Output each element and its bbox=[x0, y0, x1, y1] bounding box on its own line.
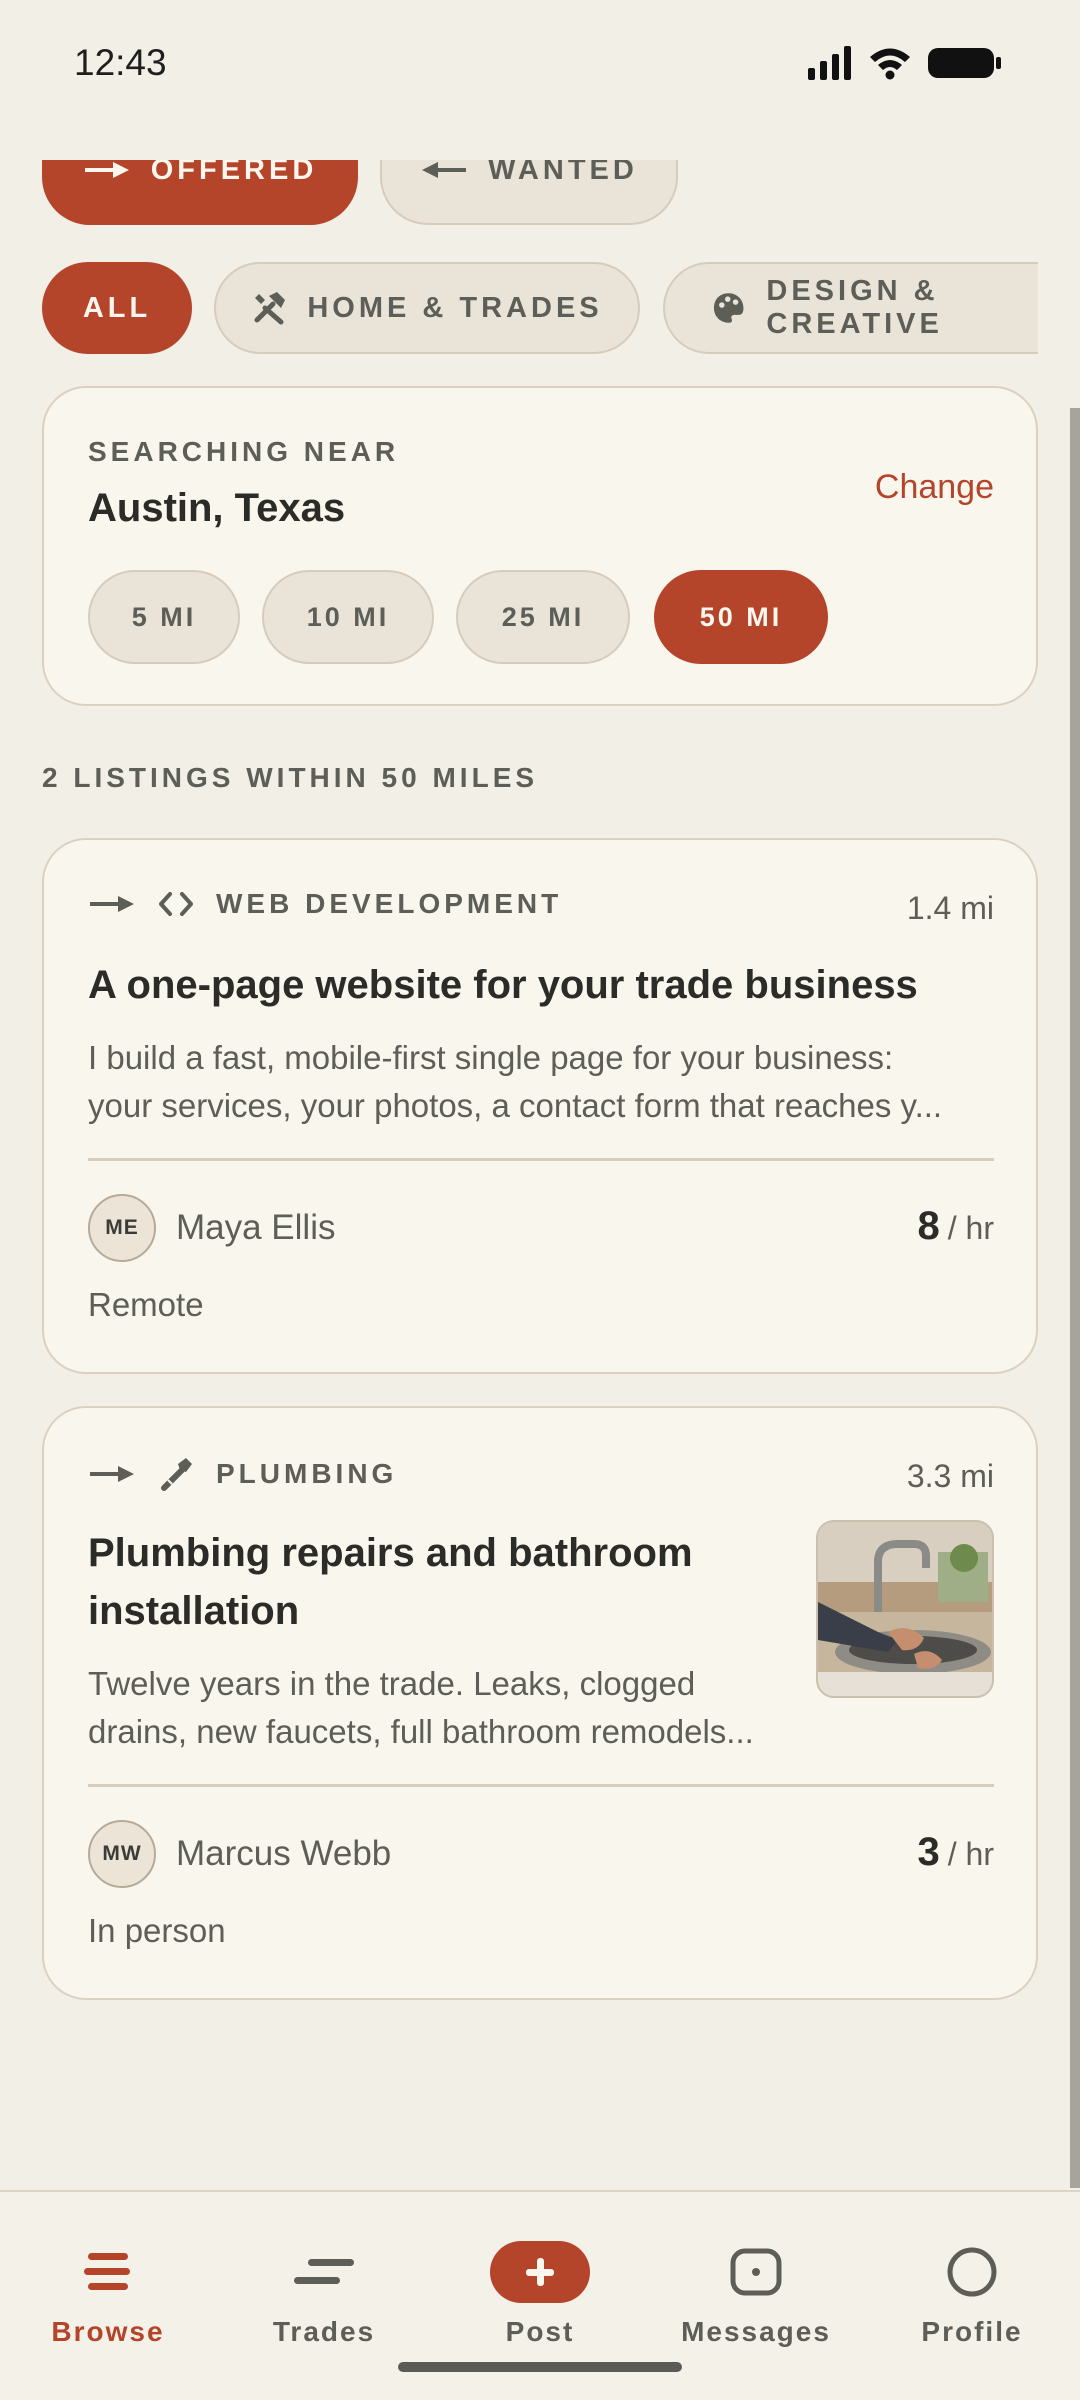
listing-category: PLUMBING bbox=[216, 1458, 398, 1489]
nav-browse[interactable]: Browse bbox=[0, 2192, 216, 2382]
nav-post[interactable]: Post bbox=[432, 2192, 648, 2382]
listing-mode: Remote bbox=[88, 1286, 204, 1323]
location-search-card: SEARCHING NEAR Austin, Texas Change 5 MI… bbox=[42, 386, 1038, 706]
listing-title: Plumbing repairs and bathroom installati… bbox=[88, 1524, 693, 1640]
listing-description-line: your services, your photos, a contact fo… bbox=[88, 1087, 943, 1124]
nav-trades-label: Trades bbox=[272, 2316, 376, 2347]
wifi-icon bbox=[870, 48, 910, 80]
nav-browse-label: Browse bbox=[51, 2316, 165, 2347]
listing-title: A one-page website for your trade busine… bbox=[88, 963, 918, 1007]
profile-icon bbox=[946, 2240, 998, 2304]
signal-icon bbox=[808, 46, 851, 80]
radius-50-chip[interactable]: 50 MI bbox=[654, 570, 828, 664]
palette-icon bbox=[713, 293, 744, 323]
filter-offered-label: OFFERED bbox=[150, 160, 318, 186]
nav-post-label: Post bbox=[505, 2316, 575, 2347]
tools-icon bbox=[254, 292, 286, 325]
listing-card[interactable]: WEB DEVELOPMENT 1.4 mi A one-page websit… bbox=[42, 838, 1038, 1374]
status-time: 12:43 bbox=[74, 42, 167, 83]
listing-owner-name: Marcus Webb bbox=[176, 1834, 392, 1873]
radius-10-chip[interactable]: 10 MI bbox=[262, 570, 434, 664]
listing-description-line: drains, new faucets, full bathroom remod… bbox=[88, 1713, 754, 1750]
listing-divider bbox=[88, 1784, 994, 1787]
direction-filter-row: OFFERED WANTED bbox=[0, 160, 1080, 230]
radius-25-label: 25 MI bbox=[501, 601, 585, 632]
wrench-icon bbox=[161, 1458, 192, 1491]
filter-wanted-label: WANTED bbox=[488, 160, 638, 186]
listing-distance: 1.4 mi bbox=[906, 890, 994, 926]
faucet-photo-image bbox=[818, 1522, 992, 1696]
category-all-label: ALL bbox=[82, 291, 152, 324]
arrow-right-icon bbox=[90, 1466, 134, 1482]
arrow-right-icon bbox=[84, 162, 129, 178]
searching-near-label: SEARCHING NEAR bbox=[88, 436, 400, 467]
radius-10-label: 10 MI bbox=[306, 601, 390, 632]
rate-unit: / hr bbox=[947, 1210, 994, 1246]
avatar: MW bbox=[88, 1820, 156, 1888]
filter-offered-chip[interactable]: OFFERED bbox=[42, 160, 358, 225]
scrollbar[interactable] bbox=[1070, 408, 1080, 2188]
avatar-initials: ME bbox=[105, 1216, 139, 1239]
listing-card[interactable]: PLUMBING 3.3 mi Plumbing repairs and bat… bbox=[42, 1406, 1038, 2000]
nav-profile[interactable]: Profile bbox=[864, 2192, 1080, 2382]
arrow-right-icon bbox=[90, 896, 134, 912]
listing-title-line: Plumbing repairs and bathroom bbox=[88, 1531, 693, 1575]
listing-divider bbox=[88, 1158, 994, 1161]
browse-icon bbox=[84, 2240, 132, 2304]
listing-rate: 3 / hr bbox=[918, 1830, 994, 1875]
nav-trades[interactable]: Trades bbox=[216, 2192, 432, 2382]
filter-wanted-chip[interactable]: WANTED bbox=[380, 160, 678, 225]
category-home-trades-chip[interactable]: HOME & TRADES bbox=[214, 262, 640, 354]
change-location-link[interactable]: Change bbox=[875, 468, 994, 507]
rate-value: 8 bbox=[917, 1204, 940, 1248]
code-icon bbox=[159, 892, 193, 916]
listing-rate: 8 / hr bbox=[918, 1204, 994, 1249]
category-all-chip[interactable]: ALL bbox=[42, 262, 192, 354]
listing-description-line: Twelve years in the trade. Leaks, clogge… bbox=[88, 1665, 696, 1702]
avatar: ME bbox=[88, 1194, 156, 1262]
listing-description: Twelve years in the trade. Leaks, clogge… bbox=[88, 1660, 754, 1756]
listing-owner-name: Maya Ellis bbox=[176, 1208, 336, 1247]
messages-icon bbox=[730, 2240, 782, 2304]
arrow-left-icon bbox=[422, 162, 467, 178]
search-city: Austin, Texas bbox=[88, 486, 346, 530]
listing-category: WEB DEVELOPMENT bbox=[216, 888, 563, 919]
category-filter-row: ALL HOME & TRADES DESIGN & CREATIVE bbox=[42, 262, 1038, 354]
radius-50-label: 50 MI bbox=[699, 601, 783, 632]
listing-title-line: installation bbox=[88, 1589, 300, 1633]
listing-description-line: I build a fast, mobile-first single page… bbox=[88, 1039, 894, 1076]
plus-icon bbox=[490, 2240, 590, 2304]
listings-count: 2 LISTINGS WITHIN 50 MILES bbox=[42, 762, 539, 793]
listing-category-line: PLUMBING bbox=[88, 1456, 397, 1492]
radius-5-label: 5 MI bbox=[131, 601, 197, 632]
category-design-label: DESIGN & CREATIVE bbox=[766, 275, 943, 340]
battery-icon bbox=[928, 48, 1001, 78]
listing-photo bbox=[816, 1520, 994, 1698]
radius-5-chip[interactable]: 5 MI bbox=[88, 570, 240, 664]
status-bar: 12:43 bbox=[0, 0, 1080, 130]
category-design-chip[interactable]: DESIGN & CREATIVE bbox=[663, 262, 1038, 354]
status-icons bbox=[808, 46, 1002, 80]
listing-mode: In person bbox=[88, 1912, 226, 1949]
radius-25-chip[interactable]: 25 MI bbox=[456, 570, 630, 664]
home-indicator bbox=[398, 2362, 682, 2372]
rate-unit: / hr bbox=[947, 1836, 994, 1872]
nav-profile-label: Profile bbox=[921, 2316, 1023, 2347]
nav-messages-label: Messages bbox=[681, 2316, 831, 2347]
trades-icon bbox=[292, 2240, 356, 2304]
listing-distance: 3.3 mi bbox=[906, 1458, 994, 1494]
avatar-initials: MW bbox=[102, 1842, 142, 1865]
listing-description: I build a fast, mobile-first single page… bbox=[88, 1034, 942, 1130]
nav-messages[interactable]: Messages bbox=[648, 2192, 864, 2382]
rate-value: 3 bbox=[917, 1830, 940, 1874]
category-home-trades-label: HOME & TRADES bbox=[307, 291, 603, 324]
listing-category-line: WEB DEVELOPMENT bbox=[88, 888, 562, 920]
